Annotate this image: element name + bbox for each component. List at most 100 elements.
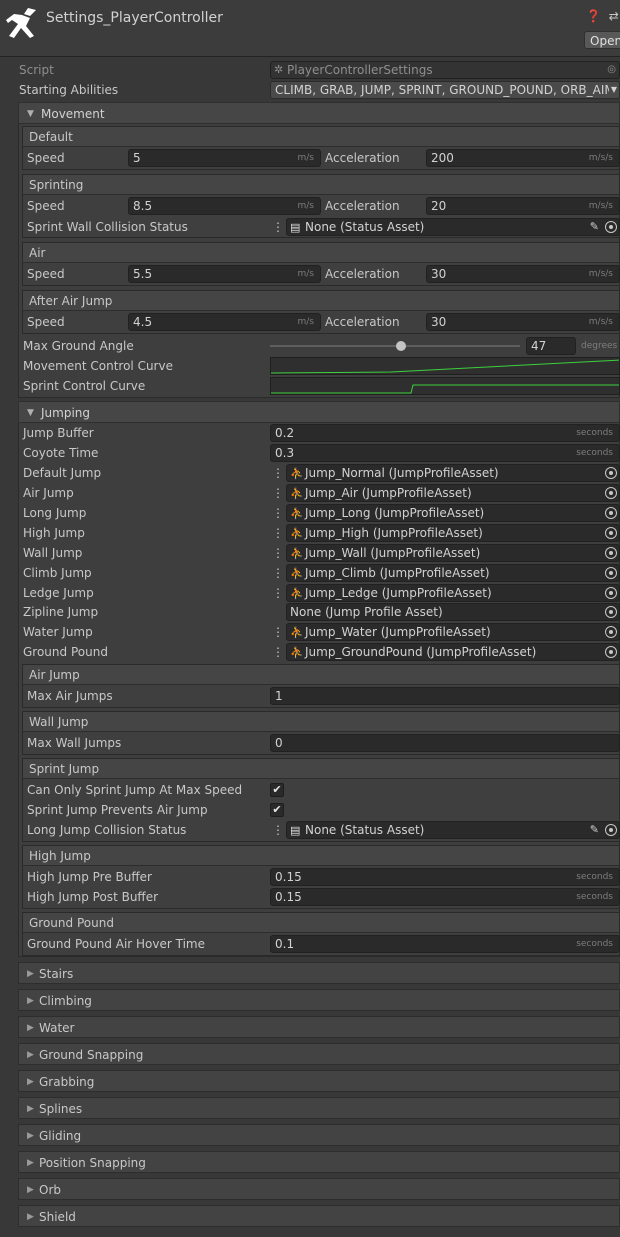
jump-buffer-field[interactable]: 0.2 seconds <box>270 424 620 442</box>
object-picker-icon[interactable] <box>605 587 617 599</box>
jump-profile-value: Jump_Air (JumpProfileAsset) <box>305 486 472 500</box>
object-picker-icon[interactable] <box>605 646 617 658</box>
jump-profile-value: Jump_Water (JumpProfileAsset) <box>305 625 491 639</box>
jump-profile-field[interactable]: ⛹ Jump_Air (JumpProfileAsset) <box>286 484 620 502</box>
air-speed-field[interactable]: 5.5 m/s <box>128 265 321 283</box>
max-wall-jumps-field[interactable]: 0 <box>270 734 620 752</box>
sprint-speed-field[interactable]: 8.5 m/s <box>128 197 321 215</box>
triangle-right-icon: ▶ <box>27 1050 34 1060</box>
foldout-label: Stairs <box>39 967 74 981</box>
more-vertical-icon[interactable]: ⋮ <box>272 625 284 639</box>
jumping-foldout[interactable]: ▼ Jumping <box>18 401 620 423</box>
object-picker-icon[interactable] <box>605 626 617 638</box>
object-picker-icon[interactable] <box>605 467 617 479</box>
foldout-ground-snapping[interactable]: ▶ Ground Snapping <box>18 1043 620 1065</box>
object-picker-icon[interactable]: ◎ <box>607 62 616 78</box>
jump-profile-field[interactable]: None (Jump Profile Asset) <box>286 603 620 621</box>
after-air-speed-field[interactable]: 4.5 m/s <box>128 313 321 331</box>
only-max-speed-checkbox[interactable]: ✔ <box>270 783 284 797</box>
foldout-label: Orb <box>39 1183 61 1197</box>
slider-track[interactable] <box>270 345 520 347</box>
jump-profile-value: Jump_Normal (JumpProfileAsset) <box>305 466 499 480</box>
movement-foldout[interactable]: ▼ Movement <box>18 102 620 124</box>
jump-buffer-label: Jump Buffer <box>23 426 94 440</box>
more-vertical-icon[interactable]: ⋮ <box>272 823 284 837</box>
movement-curve-field[interactable] <box>270 357 620 375</box>
sprinting-title: Sprinting <box>23 175 619 195</box>
max-wall-jumps-label: Max Wall Jumps <box>27 736 122 750</box>
jump-profile-field[interactable]: ⛹ Jump_Water (JumpProfileAsset) <box>286 623 620 641</box>
jump-profile-field[interactable]: ⛹ Jump_Normal (JumpProfileAsset) <box>286 464 620 482</box>
sprint-curve-field[interactable] <box>270 377 620 395</box>
jump-profile-field[interactable]: ⛹ Jump_Ledge (JumpProfileAsset) <box>286 584 620 602</box>
more-vertical-icon[interactable]: ⋮ <box>272 645 284 659</box>
more-vertical-icon[interactable]: ⋮ <box>272 566 284 580</box>
default-speed-field[interactable]: 5 m/s <box>128 149 321 167</box>
header-icons[interactable]: ❓ ⇄ ⋮ <box>586 9 620 23</box>
foldout-water[interactable]: ▶ Water <box>18 1016 620 1038</box>
pencil-icon[interactable]: ✎ <box>590 822 599 838</box>
more-vertical-icon[interactable]: ⋮ <box>272 526 284 540</box>
max-ground-angle-field[interactable]: 47 <box>526 337 576 355</box>
high-jump-post-value: 0.15 <box>275 890 302 904</box>
coyote-time-field[interactable]: 0.3 seconds <box>270 444 620 462</box>
high-jump-pre-field[interactable]: 0.15 seconds <box>270 868 620 886</box>
coyote-time-label: Coyote Time <box>23 446 99 460</box>
script-field[interactable]: ✲ PlayerControllerSettings ◎ <box>270 61 620 79</box>
jump-profile-field[interactable]: ⛹ Jump_GroundPound (JumpProfileAsset) <box>286 643 620 661</box>
unit-label: m/s/s <box>588 269 613 279</box>
slider-thumb[interactable] <box>396 341 406 351</box>
foldout-position-snapping[interactable]: ▶ Position Snapping <box>18 1151 620 1173</box>
foldout-climbing[interactable]: ▶ Climbing <box>18 989 620 1011</box>
foldout-orb[interactable]: ▶ Orb <box>18 1178 620 1200</box>
more-vertical-icon[interactable]: ⋮ <box>272 546 284 560</box>
object-picker-icon[interactable] <box>605 527 617 539</box>
sprint-speed-value: 8.5 <box>133 199 153 213</box>
object-picker-icon[interactable] <box>605 606 617 618</box>
jump-profile-field[interactable]: ⛹ Jump_Long (JumpProfileAsset) <box>286 504 620 522</box>
jump-profile-icon: ⛹ <box>290 527 304 540</box>
jump-profile-field[interactable]: ⛹ Jump_Climb (JumpProfileAsset) <box>286 564 620 582</box>
more-vertical-icon[interactable]: ⋮ <box>272 486 284 500</box>
foldout-stairs[interactable]: ▶ Stairs <box>18 962 620 984</box>
object-picker-icon[interactable] <box>605 547 617 559</box>
max-air-jumps-field[interactable]: 1 <box>270 687 620 705</box>
air-accel-field[interactable]: 30 m/s/s <box>426 265 620 283</box>
jump-profile-icon: ⛹ <box>290 626 304 639</box>
foldout-shield[interactable]: ▶ Shield <box>18 1205 620 1227</box>
jump-profile-field[interactable]: ⛹ Jump_High (JumpProfileAsset) <box>286 524 620 542</box>
high-jump-post-field[interactable]: 0.15 seconds <box>270 888 620 906</box>
long-jump-collision-field[interactable]: ▤ None (Status Asset) ✎ <box>286 821 620 839</box>
foldout-gliding[interactable]: ▶ Gliding <box>18 1124 620 1146</box>
jump-profile-field[interactable]: ⛹ Jump_Wall (JumpProfileAsset) <box>286 544 620 562</box>
after-air-speed-label: Speed <box>27 315 65 329</box>
object-picker-icon[interactable] <box>605 487 617 499</box>
unit-label: m/s/s <box>588 153 613 163</box>
open-button[interactable]: Open <box>584 31 620 49</box>
pencil-icon[interactable]: ✎ <box>590 219 599 235</box>
jump-profile-label: Wall Jump <box>23 546 83 560</box>
prevents-air-jump-checkbox[interactable]: ✔ <box>270 803 284 817</box>
foldout-splines[interactable]: ▶ Splines <box>18 1097 620 1119</box>
default-accel-field[interactable]: 200 m/s/s <box>426 149 620 167</box>
more-vertical-icon[interactable]: ⋮ <box>272 586 284 600</box>
more-vertical-icon[interactable]: ⋮ <box>272 466 284 480</box>
starting-abilities-dropdown[interactable]: CLIMB, GRAB, JUMP, SPRINT, GROUND_POUND,… <box>270 81 620 99</box>
object-picker-icon[interactable] <box>605 824 617 836</box>
ground-pound-hover-field[interactable]: 0.1 seconds <box>270 935 620 953</box>
movement-curve-graph <box>271 359 619 374</box>
jump-profile-value: Jump_Long (JumpProfileAsset) <box>305 506 485 520</box>
after-air-accel-field[interactable]: 30 m/s/s <box>426 313 620 331</box>
more-vertical-icon[interactable]: ⋮ <box>272 506 284 520</box>
foldout-grabbing[interactable]: ▶ Grabbing <box>18 1070 620 1092</box>
object-picker-icon[interactable] <box>605 507 617 519</box>
object-picker-icon[interactable] <box>605 221 617 233</box>
air-speed-label: Speed <box>27 267 65 281</box>
sprint-accel-field[interactable]: 20 m/s/s <box>426 197 620 215</box>
sprint-wall-collision-value: None (Status Asset) <box>305 220 425 234</box>
object-picker-icon[interactable] <box>605 567 617 579</box>
unit-label: m/s/s <box>588 201 613 211</box>
more-vertical-icon[interactable]: ⋮ <box>272 220 284 234</box>
unit-label: m/s <box>297 201 315 211</box>
sprint-wall-collision-field[interactable]: ▤ None (Status Asset) ✎ <box>286 218 620 236</box>
